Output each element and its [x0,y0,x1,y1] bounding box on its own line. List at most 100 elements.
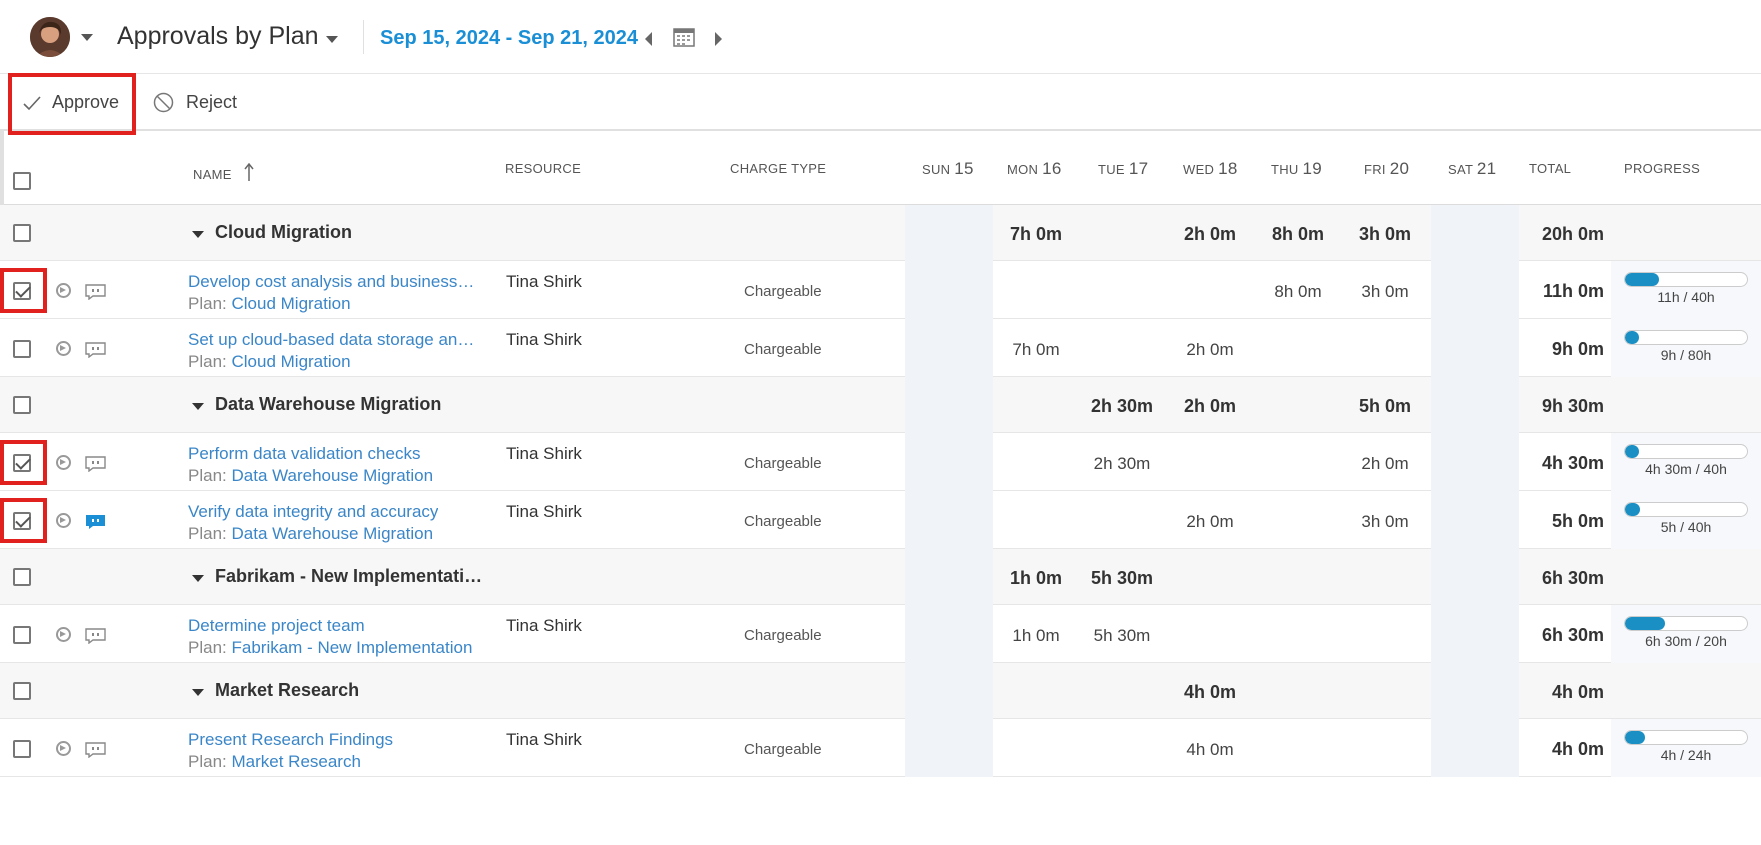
saturday-column-shade [1431,319,1519,377]
task-total-hours: 6h 30m [1541,625,1604,645]
select-all-checkbox[interactable] [13,172,31,190]
group-mon-hours: 7h 0m [1009,224,1063,244]
date-range-link[interactable]: Sep 15, 2024 - Sep 21, 2024 [380,27,638,50]
progress-label: 6h 30m / 20h [1645,633,1727,649]
checkbox-highlight [0,498,47,543]
go-to-task-icon[interactable] [56,741,71,756]
go-to-task-icon[interactable] [56,627,71,642]
plan-link[interactable]: Market Research [231,752,360,771]
task-name-link[interactable]: Perform data validation checks [188,444,420,464]
reject-button[interactable]: Reject [153,74,237,131]
task-resource: Tina Shirk [506,730,582,749]
task-thu-hours[interactable]: 8h 0m [1255,282,1341,302]
comment-icon[interactable] [85,284,106,301]
group-select-checkbox[interactable] [13,396,31,414]
sort-ascending-icon [244,162,254,184]
comment-icon[interactable] [85,456,106,473]
group-select-checkbox[interactable] [13,568,31,586]
group-fri-hours: 5h 0m [1358,396,1412,416]
task-total-hours: 4h 0m [1551,739,1604,759]
user-menu-chevron-down-icon[interactable] [81,34,93,41]
sunday-column-shade [905,663,993,719]
comment-icon[interactable] [85,628,106,645]
task-fri-hours[interactable]: 3h 0m [1342,512,1428,532]
task-plan: Plan: Cloud Migration [188,294,351,314]
name-column-header[interactable]: NAME [193,162,254,184]
task-total-hours: 4h 30m [1541,453,1604,473]
progress-fill [1625,503,1641,516]
task-name-link[interactable]: Present Research Findings [188,730,393,750]
comment-icon[interactable] [85,342,106,359]
group-total-hours: 9h 30m [1541,396,1604,416]
saturday-column-shade [1431,205,1519,261]
sunday-column-shade [905,205,993,261]
sunday-column-shade [905,377,993,433]
task-select-checkbox[interactable] [13,626,31,644]
group-wed-hours: 2h 0m [1183,224,1237,244]
task-resource: Tina Shirk [506,616,582,635]
group-collapse-chevron-down-icon[interactable] [192,575,204,582]
plan-link[interactable]: Cloud Migration [231,352,350,371]
group-name: Data Warehouse Migration [215,394,442,414]
task-fri-hours[interactable]: 2h 0m [1342,454,1428,474]
plan-link[interactable]: Data Warehouse Migration [231,466,433,485]
next-week-icon[interactable] [715,32,722,46]
saturday-column-shade [1431,605,1519,663]
task-fri-hours[interactable]: 3h 0m [1342,282,1428,302]
go-to-task-icon[interactable] [56,341,71,356]
progress-label: 9h / 80h [1660,347,1712,363]
progress-label: 4h 30m / 40h [1645,461,1727,477]
group-collapse-chevron-down-icon[interactable] [192,231,204,238]
task-tue-hours[interactable]: 5h 30m [1079,626,1165,646]
group-fri-hours: 3h 0m [1358,224,1412,244]
plan-prefix: Plan: [188,752,232,771]
task-name-link[interactable]: Verify data integrity and accuracy [188,502,438,522]
sunday-column-shade [905,719,993,777]
sunday-column-shade [905,433,993,491]
group-select-checkbox[interactable] [13,224,31,242]
group-collapse-chevron-down-icon[interactable] [192,403,204,410]
progress-bar [1624,444,1748,459]
task-tue-hours[interactable]: 2h 30m [1079,454,1165,474]
task-mon-hours[interactable]: 7h 0m [993,340,1079,360]
approve-highlight [8,73,136,135]
group-tue-hours: 5h 30m [1090,568,1154,588]
resource-column-header[interactable]: RESOURCE [505,161,581,176]
task-name-link[interactable]: Set up cloud-based data storage an… [188,330,474,350]
task-name-link[interactable]: Develop cost analysis and business … [188,272,478,292]
group-collapse-chevron-down-icon[interactable] [192,689,204,696]
plan-link[interactable]: Cloud Migration [231,294,350,313]
group-tue-hours: 2h 30m [1090,396,1154,416]
task-wed-hours[interactable]: 2h 0m [1167,512,1253,532]
charge-type-column-header[interactable]: CHARGE TYPE [730,161,826,176]
mon-column-header: MON 16 [1007,159,1062,178]
calendar-icon[interactable] [673,27,695,52]
go-to-task-icon[interactable] [56,455,71,470]
group-select-checkbox[interactable] [13,682,31,700]
task-wed-hours[interactable]: 2h 0m [1167,340,1253,360]
task-wed-hours[interactable]: 4h 0m [1167,740,1253,760]
task-select-checkbox[interactable] [13,740,31,758]
view-switch-chevron-down-icon[interactable] [326,36,338,43]
go-to-task-icon[interactable] [56,283,71,298]
plan-link[interactable]: Data Warehouse Migration [231,524,433,543]
comment-icon[interactable] [85,742,106,759]
plan-link[interactable]: Fabrikam - New Implementation [231,638,472,657]
progress-fill [1625,331,1639,344]
saturday-column-shade [1431,719,1519,777]
go-to-task-icon[interactable] [56,513,71,528]
task-total-hours: 9h 0m [1551,339,1604,359]
header-divider [363,20,364,54]
task-charge-type: Chargeable [744,341,822,358]
task-select-checkbox[interactable] [13,340,31,358]
previous-week-icon[interactable] [645,32,652,46]
task-name-link[interactable]: Determine project team [188,616,365,636]
comment-icon[interactable] [85,514,106,530]
task-mon-hours[interactable]: 1h 0m [993,626,1079,646]
group-name: Market Research [215,680,360,700]
group-total-hours: 4h 0m [1551,682,1604,702]
avatar[interactable] [30,17,70,57]
thu-column-header: THU 19 [1271,159,1323,178]
progress-fill [1625,731,1646,744]
progress-fill [1625,617,1665,630]
